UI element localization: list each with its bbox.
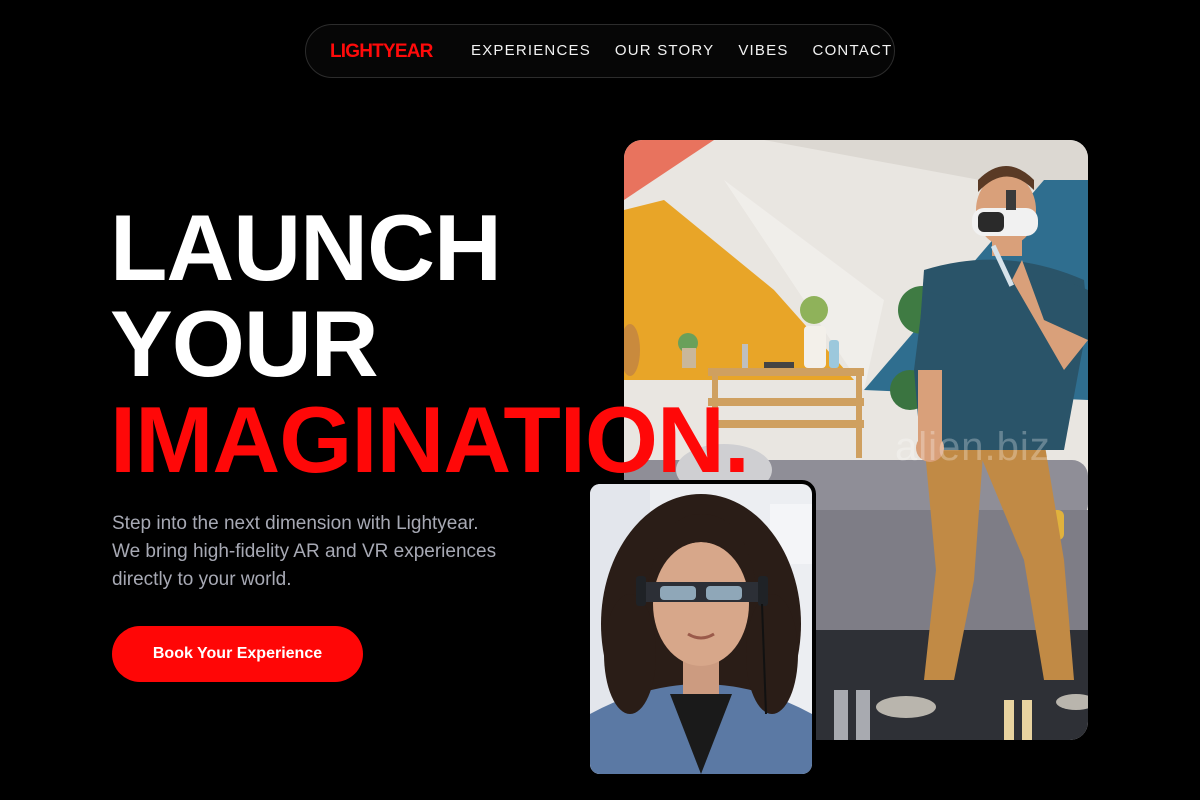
subtext-line-2: We bring high-fidelity AR and VR experie… — [112, 541, 497, 562]
top-nav: LIGHTYEAR EXPERIENCES OUR STORY VIBES CO… — [305, 24, 895, 78]
headline-line-1: LAUNCH — [110, 195, 502, 300]
hero-headline: LAUNCH YOUR IMAGINATION. — [110, 195, 750, 492]
logo[interactable]: LIGHTYEAR — [330, 41, 433, 63]
nav-link-contact[interactable]: CONTACT — [813, 42, 893, 59]
headline-line-3: IMAGINATION. — [110, 387, 750, 492]
headline-line-2: YOUR — [110, 291, 379, 396]
hero-subtext: Step into the next dimension with Lighty… — [112, 510, 572, 594]
subtext-line-1: Step into the next dimension with Lighty… — [112, 513, 479, 534]
nav-link-our-story[interactable]: OUR STORY — [615, 42, 714, 59]
watermark-text: alien.biz — [895, 425, 1051, 469]
hero-secondary-image — [586, 480, 816, 778]
nav-link-experiences[interactable]: EXPERIENCES — [471, 42, 591, 59]
nav-links: EXPERIENCES OUR STORY VIBES CONTACT — [471, 42, 892, 59]
subtext-line-3: directly to your world. — [112, 569, 292, 590]
nav-link-vibes[interactable]: VIBES — [738, 42, 788, 59]
book-experience-button[interactable]: Book Your Experience — [112, 626, 363, 682]
